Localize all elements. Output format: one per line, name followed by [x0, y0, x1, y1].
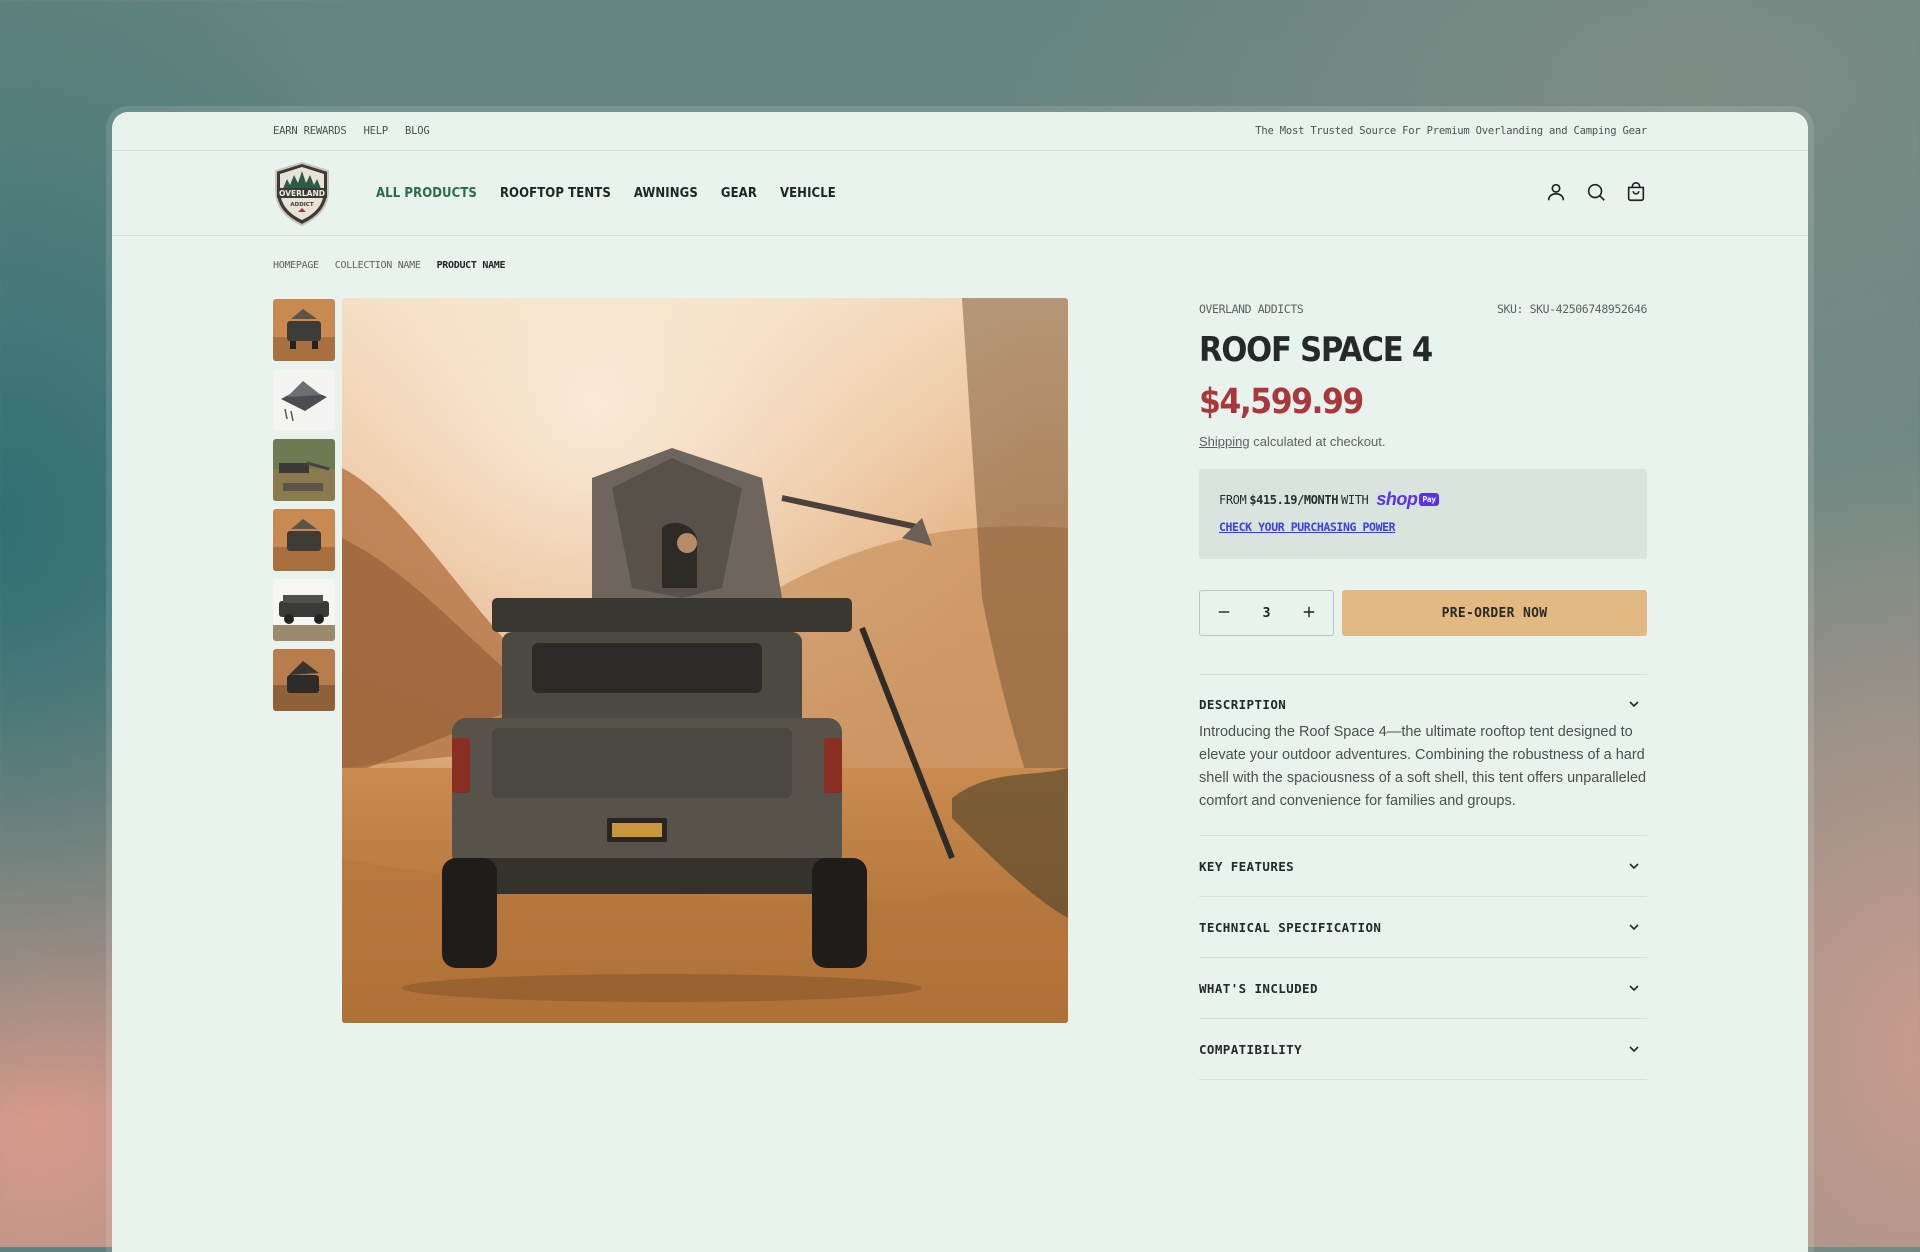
utility-bar: EARN REWARDS HELP BLOG The Most Trusted … — [112, 112, 1808, 151]
chevron-down-icon — [1629, 985, 1639, 992]
installment-suffix: WITH — [1341, 492, 1369, 507]
brand-sku-row: OVERLAND ADDICTS SKU: SKU-42506748952646 — [1199, 302, 1647, 316]
chevron-down-icon — [1629, 924, 1639, 931]
product-vendor[interactable]: OVERLAND ADDICTS — [1199, 302, 1304, 316]
nav-rooftop-tents[interactable]: ROOFTOP TENTS — [500, 186, 611, 201]
thumbnail-3[interactable] — [273, 439, 335, 501]
minus-icon — [1218, 611, 1230, 613]
chevron-down-icon — [1629, 701, 1639, 708]
accordion-title: WHAT'S INCLUDED — [1199, 980, 1318, 996]
accordion-whats-included: WHAT'S INCLUDED — [1199, 958, 1647, 1019]
header-icons — [1545, 181, 1647, 203]
thumbnail-list — [273, 299, 335, 711]
chevron-down-icon — [1629, 1046, 1639, 1053]
breadcrumb-current: PRODUCT NAME — [436, 260, 506, 271]
accordion-header-compatibility[interactable]: COMPATIBILITY — [1199, 1019, 1647, 1079]
product-info: OVERLAND ADDICTS SKU: SKU-42506748952646… — [1199, 298, 1647, 1080]
nav-all-products[interactable]: ALL PRODUCTS — [376, 186, 477, 201]
earn-rewards-link[interactable]: EARN REWARDS — [273, 125, 347, 137]
overland-addict-logo[interactable]: OVERLAND ADDICT — [273, 161, 331, 227]
help-link[interactable]: HELP — [363, 125, 388, 137]
installment-prefix: FROM — [1219, 492, 1247, 507]
shipping-text: calculated at checkout. — [1249, 434, 1386, 449]
check-purchasing-power-link[interactable]: CHECK YOUR PURCHASING POWER — [1219, 520, 1396, 534]
site-header: OVERLAND ADDICT ALL PRODUCTS ROOFTOP TEN… — [112, 151, 1808, 236]
account-icon[interactable] — [1545, 181, 1567, 203]
plus-icon — [1303, 606, 1315, 618]
accordion-technical-specification: TECHNICAL SPECIFICATION — [1199, 897, 1647, 958]
shipping-link[interactable]: Shipping — [1199, 434, 1250, 449]
accordion-title: KEY FEATURES — [1199, 858, 1295, 874]
browser-window: EARN REWARDS HELP BLOG The Most Trusted … — [112, 112, 1808, 1252]
product-title: ROOF SPACE 4 — [1199, 330, 1433, 370]
breadcrumb-collection[interactable]: COLLECTION NAME — [335, 260, 421, 271]
product-main-image[interactable] — [342, 298, 1068, 1023]
thumbnail-2[interactable] — [273, 369, 335, 431]
blog-link[interactable]: BLOG — [405, 125, 430, 137]
thumbnail-1[interactable] — [273, 299, 335, 361]
nav-gear[interactable]: GEAR — [721, 186, 757, 201]
thumbnail-6[interactable] — [273, 649, 335, 711]
increase-quantity-button[interactable] — [1301, 603, 1317, 623]
accordion-header-technical-specification[interactable]: TECHNICAL SPECIFICATION — [1199, 897, 1647, 957]
accordion-key-features: KEY FEATURES — [1199, 836, 1647, 897]
cart-icon[interactable] — [1625, 181, 1647, 203]
quantity-value[interactable]: 3 — [1263, 606, 1271, 621]
shipping-note: Shipping calculated at checkout. — [1199, 434, 1647, 449]
accordion-description: DESCRIPTION Introducing the Roof Space 4… — [1199, 675, 1647, 836]
breadcrumb-homepage[interactable]: HOMEPAGE — [273, 260, 319, 271]
pre-order-button[interactable]: PRE-ORDER NOW — [1342, 590, 1647, 636]
thumbnail-5[interactable] — [273, 579, 335, 641]
description-text: Introducing the Roof Space 4—the ultimat… — [1199, 724, 1647, 809]
store-tagline: The Most Trusted Source For Premium Over… — [1255, 125, 1647, 137]
accordion-title: TECHNICAL SPECIFICATION — [1199, 919, 1382, 935]
logo-text-2: ADDICT — [290, 202, 313, 208]
installment-amount: $415.19/MONTH — [1249, 492, 1339, 507]
quantity-stepper: 3 — [1199, 590, 1334, 636]
chevron-down-icon — [1629, 863, 1639, 870]
nav-awnings[interactable]: AWNINGS — [634, 186, 698, 201]
decrease-quantity-button[interactable] — [1216, 603, 1232, 623]
search-icon[interactable] — [1585, 181, 1607, 203]
product-price: $4,599.99 — [1199, 382, 1364, 422]
installments-row: FROM $415.19/MONTH WITH shop Pay — [1219, 489, 1627, 510]
logo-text-1: OVERLAND — [279, 189, 325, 198]
accordion-compatibility: COMPATIBILITY — [1199, 1019, 1647, 1080]
shop-pay-badge: Pay — [1419, 493, 1439, 506]
accordion-title: COMPATIBILITY — [1199, 1041, 1303, 1057]
shop-pay-logo: shop Pay — [1376, 489, 1439, 510]
accordion-title: DESCRIPTION — [1199, 696, 1287, 712]
utility-links: EARN REWARDS HELP BLOG — [273, 125, 430, 137]
shop-pay-word: shop — [1376, 489, 1418, 509]
installments-box: FROM $415.19/MONTH WITH shop Pay CHECK Y… — [1199, 469, 1647, 559]
breadcrumb: HOMEPAGE COLLECTION NAME PRODUCT NAME — [273, 260, 506, 271]
product-sku: SKU: SKU-42506748952646 — [1496, 302, 1647, 316]
buy-row: 3 PRE-ORDER NOW — [1199, 590, 1647, 636]
thumbnail-4[interactable] — [273, 509, 335, 571]
accordion-header-key-features[interactable]: KEY FEATURES — [1199, 836, 1647, 896]
nav-vehicle[interactable]: VEHICLE — [780, 186, 836, 201]
accordion-header-whats-included[interactable]: WHAT'S INCLUDED — [1199, 958, 1647, 1018]
product-accordion: DESCRIPTION Introducing the Roof Space 4… — [1199, 674, 1647, 1080]
main-nav: ALL PRODUCTS ROOFTOP TENTS AWNINGS GEAR … — [376, 186, 836, 201]
